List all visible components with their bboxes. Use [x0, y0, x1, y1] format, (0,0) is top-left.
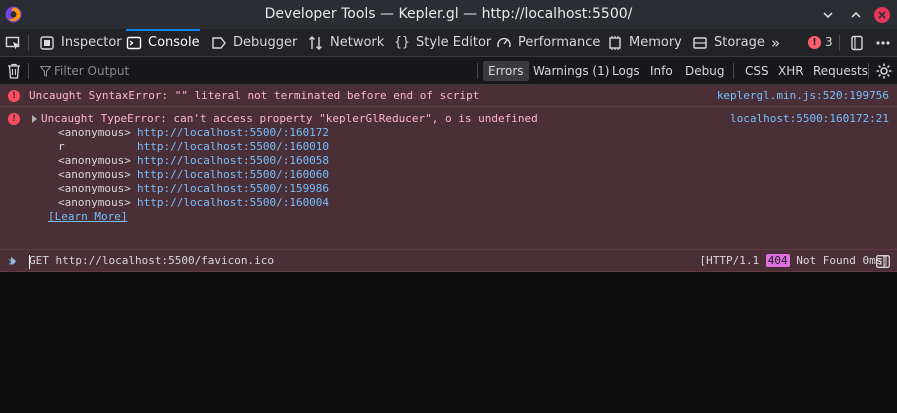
tab-label: Debugger	[233, 35, 298, 50]
devtools-toolbar: Inspector Console Debugger Network {} St…	[0, 29, 897, 57]
tab-console[interactable]: Console	[126, 29, 200, 56]
inspector-icon	[40, 35, 54, 50]
close-icon	[878, 11, 886, 19]
error-icon: !	[8, 90, 20, 102]
stack-location[interactable]: http://localhost:5500/:160010	[137, 140, 329, 153]
maximize-icon	[851, 11, 861, 18]
stack-location[interactable]: http://localhost:5500/:160004	[137, 196, 329, 209]
message-text: Uncaught TypeError: can't access propert…	[41, 112, 538, 125]
stack-function: <anonymous>	[58, 154, 131, 167]
dock-button[interactable]	[849, 29, 865, 56]
filter-xhr[interactable]: XHR	[773, 61, 809, 81]
stack-function: <anonymous>	[58, 196, 131, 209]
storage-icon	[693, 36, 707, 49]
tab-style-editor[interactable]: {} Style Editor	[394, 29, 491, 56]
debugger-icon	[212, 36, 226, 49]
console-filter-bar: Errors Warnings (1) Logs Info Debug CSS …	[0, 57, 897, 85]
minimize-icon	[823, 12, 833, 19]
more-options-button[interactable]	[875, 29, 891, 56]
window-titlebar: Developer Tools — Kepler.gl — http://loc…	[0, 0, 897, 29]
minimize-button[interactable]	[820, 7, 836, 23]
stack-frame[interactable]: <anonymous> http://localhost:5500/:160060	[58, 168, 329, 182]
stack-function: <anonymous>	[58, 168, 131, 181]
source-link[interactable]: keplergl.min.js:520:199756	[717, 89, 889, 102]
stack-function: r	[58, 140, 65, 153]
http-protocol: [HTTP/1.1	[699, 254, 760, 267]
tab-label: Style Editor	[416, 35, 492, 50]
editor-mode-icon[interactable]	[876, 255, 890, 268]
performance-icon	[497, 37, 511, 47]
filter-warnings[interactable]: Warnings (1)	[528, 61, 614, 81]
filter-requests[interactable]: Requests	[808, 61, 873, 81]
stack-frame[interactable]: r http://localhost:5500/:160010	[58, 140, 329, 154]
chevron-double-right-icon: »	[771, 33, 781, 52]
filter-divider	[733, 63, 734, 79]
tab-label: Storage	[714, 35, 765, 50]
memory-icon	[609, 35, 621, 50]
tab-storage[interactable]: Storage	[692, 29, 765, 56]
source-link[interactable]: localhost:5500:160172:21	[730, 112, 889, 125]
prompt-chevron-icon: »	[8, 254, 17, 270]
console-message-syntax-error[interactable]: ! Uncaught SyntaxError: "" literal not t…	[0, 85, 897, 107]
network-icon	[309, 35, 322, 50]
stack-function: <anonymous>	[58, 182, 131, 195]
message-text: Uncaught SyntaxError: "" literal not ter…	[29, 89, 480, 102]
message-text: GET http://localhost:5500/favicon.ico	[29, 254, 275, 267]
window-title: Developer Tools — Kepler.gl — http://loc…	[264, 6, 633, 22]
filter-divider	[868, 63, 869, 79]
filter-errors[interactable]: Errors	[483, 61, 529, 81]
error-count-badge[interactable]: ! 3	[808, 35, 833, 49]
filter-divider	[477, 63, 478, 79]
trash-icon[interactable]	[7, 63, 21, 79]
learn-more-link[interactable]: [Learn More]	[48, 210, 127, 223]
close-button[interactable]	[874, 7, 890, 23]
stack-location[interactable]: http://localhost:5500/:160058	[137, 154, 329, 167]
stack-location[interactable]: http://localhost:5500/:160172	[137, 126, 329, 139]
tab-debugger[interactable]: Debugger	[211, 29, 297, 56]
stack-frame[interactable]: <anonymous> http://localhost:5500/:159986	[58, 182, 329, 196]
console-icon	[126, 36, 142, 49]
tab-memory[interactable]: Memory	[607, 29, 682, 56]
error-icon: !	[808, 35, 821, 49]
dock-icon	[851, 35, 863, 50]
toolbar-divider	[839, 35, 840, 51]
console-output: ! Uncaught SyntaxError: "" literal not t…	[0, 85, 897, 272]
console-input-cursor[interactable]	[29, 255, 30, 269]
stack-frame[interactable]: <anonymous> http://localhost:5500/:160172	[58, 126, 329, 140]
tab-performance[interactable]: Performance	[496, 29, 600, 56]
ellipsis-icon	[876, 40, 890, 45]
network-status: [HTTP/1.1 404 Not Found 0ms]	[700, 254, 889, 267]
stack-frame[interactable]: <anonymous> http://localhost:5500/:160058	[58, 154, 329, 168]
filter-divider	[28, 63, 29, 79]
settings-gear-icon[interactable]	[875, 62, 893, 80]
tab-inspector[interactable]: Inspector	[39, 29, 122, 56]
tab-label: Console	[148, 35, 200, 50]
tab-network[interactable]: Network	[308, 29, 384, 56]
tab-label: Memory	[629, 35, 682, 50]
element-picker-button[interactable]	[5, 29, 21, 56]
stack-frame[interactable]: <anonymous> http://localhost:5500/:160004	[58, 196, 329, 210]
status-badge: 404	[765, 254, 790, 267]
filter-logs[interactable]: Logs	[607, 61, 645, 81]
more-tools-button[interactable]: »	[771, 29, 780, 56]
console-message-type-error[interactable]: ! Uncaught TypeError: can't access prope…	[0, 107, 897, 250]
filter-info[interactable]: Info	[645, 61, 678, 81]
filter-debug[interactable]: Debug	[680, 61, 729, 81]
tab-label: Network	[330, 35, 385, 50]
stack-location[interactable]: http://localhost:5500/:159986	[137, 182, 329, 195]
filter-output-input[interactable]	[34, 61, 474, 81]
tab-label: Performance	[518, 35, 601, 50]
stack-location[interactable]: http://localhost:5500/:160060	[137, 168, 329, 181]
stack-function: <anonymous>	[58, 126, 131, 139]
console-message-network[interactable]: GET http://localhost:5500/favicon.ico [H…	[0, 250, 897, 272]
error-count: 3	[825, 35, 833, 49]
style-editor-icon: {}	[394, 35, 410, 50]
tab-label: Inspector	[61, 35, 122, 50]
maximize-button[interactable]	[848, 7, 864, 23]
filter-css[interactable]: CSS	[740, 61, 774, 81]
element-picker-icon	[5, 36, 20, 49]
expand-arrow-icon[interactable]	[32, 115, 37, 123]
error-icon: !	[8, 113, 20, 125]
toolbar-divider	[28, 35, 29, 51]
